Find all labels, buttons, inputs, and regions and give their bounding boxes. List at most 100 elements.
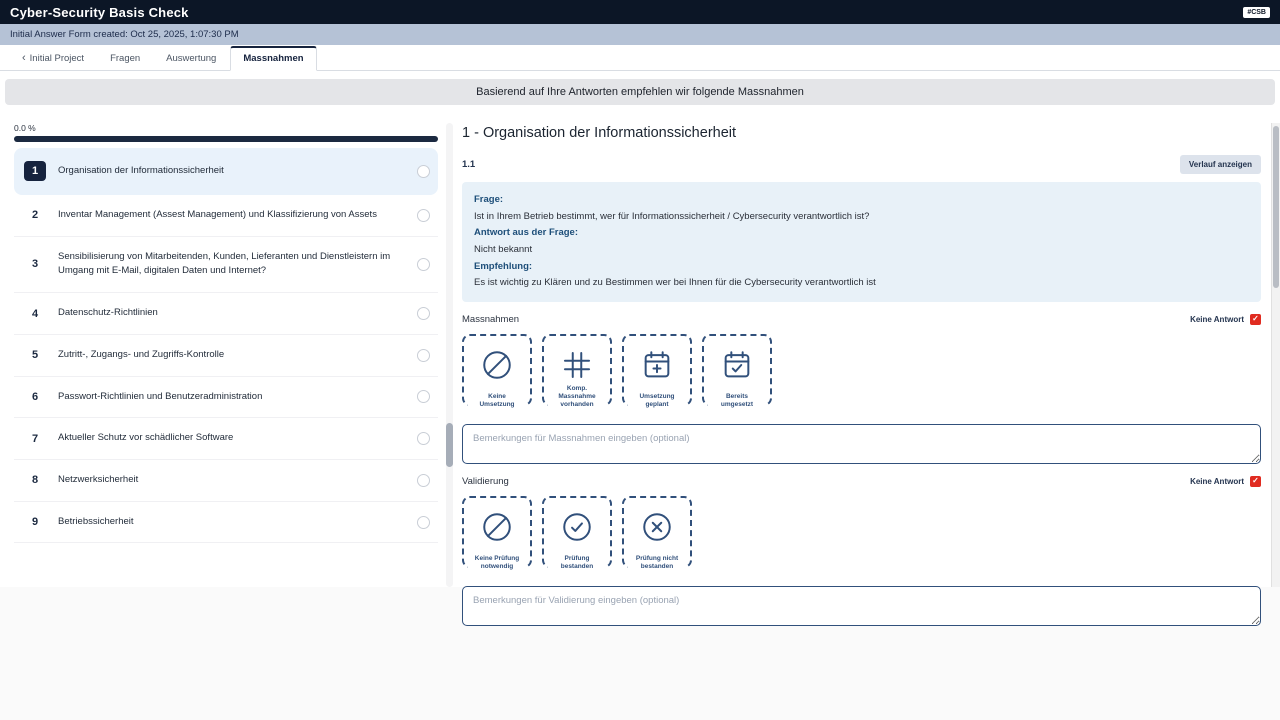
validierung-comments-input[interactable] — [462, 586, 1261, 626]
option-pruefung-nicht-bestanden[interactable]: Prüfung nicht bestanden — [622, 496, 692, 568]
slash-circle-icon — [480, 348, 514, 382]
option-umsetzung-geplant[interactable]: Umsetzung geplant — [622, 334, 692, 406]
sidebar-item-organisation[interactable]: 1 Organisation der Informationssicherhei… — [14, 148, 438, 195]
item-label: Organisation der Informationssicherheit — [58, 164, 405, 179]
massnahmen-options: Keine Umsetzung Komp. Massnahme vorhande… — [462, 334, 1261, 406]
tab-fragen-label: Fragen — [110, 53, 140, 64]
option-komp-massnahme[interactable]: Komp. Massnahme vorhanden — [542, 334, 612, 406]
x-circle-icon — [640, 510, 674, 544]
question-label: Frage: — [474, 192, 1249, 209]
sidebar-item-malware-schutz[interactable]: 7 Aktueller Schutz vor schädlicher Softw… — [14, 418, 438, 460]
no-answer-label: Keine Antwort — [1190, 477, 1244, 486]
item-number: 6 — [24, 391, 46, 403]
tab-auswertung[interactable]: Auswertung — [154, 48, 228, 70]
radio-icon[interactable] — [417, 390, 430, 403]
validierung-options: Keine Prüfung notwendig Prüfung bestande… — [462, 496, 1261, 568]
slash-circle-icon — [480, 510, 514, 544]
form-created-text: Initial Answer Form created: Oct 25, 202… — [10, 29, 239, 40]
recommendation-banner: Basierend auf Ihre Antworten empfehlen w… — [5, 79, 1275, 105]
sidebar-item-betrieb[interactable]: 9 Betriebssicherheit — [14, 502, 438, 544]
item-label: Netzwerksicherheit — [58, 473, 405, 488]
validierung-no-answer[interactable]: Keine Antwort ✓ — [1190, 476, 1261, 487]
option-label: Bereits umgesetzt — [708, 392, 766, 410]
question-text: Ist in Ihrem Betrieb bestimmt, wer für I… — [474, 209, 1249, 226]
massnahmen-comments-input[interactable] — [462, 424, 1261, 464]
progress-bar — [14, 136, 438, 142]
check-circle-icon — [560, 510, 594, 544]
item-number: 5 — [24, 349, 46, 361]
tab-massnahmen[interactable]: Massnahmen — [230, 46, 316, 71]
option-pruefung-bestanden[interactable]: Prüfung bestanden — [542, 496, 612, 568]
option-label: Umsetzung geplant — [628, 392, 686, 410]
item-label: Zutritt-, Zugangs- und Zugriffs-Kontroll… — [58, 348, 405, 363]
item-number: 3 — [24, 258, 46, 270]
radio-icon[interactable] — [417, 258, 430, 271]
answer-text: Nicht bekannt — [474, 242, 1249, 259]
question-number: 1.1 — [462, 159, 475, 170]
item-number: 2 — [24, 209, 46, 221]
option-label: Keine Prüfung notwendig — [468, 554, 526, 572]
form-created-bar: Initial Answer Form created: Oct 25, 202… — [0, 24, 1280, 45]
radio-icon[interactable] — [417, 307, 430, 320]
item-number: 8 — [24, 474, 46, 486]
progress-percentage: 0.0 % — [14, 123, 438, 133]
massnahmen-section-label: Massnahmen — [462, 314, 519, 325]
sidebar-item-sensibilisierung[interactable]: 3 Sensibilisierung von Mitarbeitenden, K… — [14, 237, 438, 293]
csb-badge: #CSB — [1243, 7, 1270, 18]
option-keine-pruefung[interactable]: Keine Prüfung notwendig — [462, 496, 532, 568]
section-title: 1 - Organisation der Informationssicherh… — [462, 125, 1261, 141]
tab-back-label: Initial Project — [30, 53, 84, 64]
tab-fragen[interactable]: Fragen — [98, 48, 152, 70]
item-label: Sensibilisierung von Mitarbeitenden, Kun… — [58, 250, 405, 279]
recommendation-text: Es ist wichtig zu Klären und zu Bestimme… — [474, 275, 1249, 292]
item-label: Betriebssicherheit — [58, 515, 405, 530]
sidebar-item-netzwerk[interactable]: 8 Netzwerksicherheit — [14, 460, 438, 502]
option-bereits-umgesetzt[interactable]: Bereits umgesetzt — [702, 334, 772, 406]
content-area: 0.0 % 1 Organisation der Informationssic… — [0, 117, 1280, 587]
question-info-box: Frage: Ist in Ihrem Betrieb bestimmt, we… — [462, 182, 1261, 302]
massnahmen-no-answer[interactable]: Keine Antwort ✓ — [1190, 314, 1261, 325]
option-keine-umsetzung[interactable]: Keine Umsetzung — [462, 334, 532, 406]
radio-icon[interactable] — [417, 209, 430, 222]
option-label: Keine Umsetzung — [468, 392, 526, 410]
main-scrollbar-thumb[interactable] — [1273, 126, 1279, 288]
item-label: Inventar Management (Assest Management) … — [58, 208, 405, 223]
item-label: Datenschutz-Richtlinien — [58, 306, 405, 321]
item-label: Passwort-Richtlinien und Benutzeradminis… — [58, 390, 405, 405]
option-label: Prüfung nicht bestanden — [628, 554, 686, 572]
item-label: Aktueller Schutz vor schädlicher Softwar… — [58, 431, 405, 446]
main-panel: 1 - Organisation der Informationssicherh… — [458, 123, 1271, 587]
sidebar-scrollbar[interactable] — [446, 123, 453, 587]
checked-checkbox-icon[interactable]: ✓ — [1250, 314, 1261, 325]
sidebar-item-passwort[interactable]: 6 Passwort-Richtlinien und Benutzeradmin… — [14, 377, 438, 419]
app-title: Cyber-Security Basis Check — [10, 5, 189, 20]
option-label: Komp. Massnahme vorhanden — [548, 384, 606, 409]
grid-icon — [560, 348, 594, 382]
sidebar-item-inventar[interactable]: 2 Inventar Management (Assest Management… — [14, 195, 438, 237]
radio-icon[interactable] — [417, 349, 430, 362]
show-history-button[interactable]: Verlauf anzeigen — [1180, 155, 1261, 174]
banner-row: Basierend auf Ihre Antworten empfehlen w… — [0, 71, 1280, 117]
radio-icon[interactable] — [417, 165, 430, 178]
tab-bar: ‹ Initial Project Fragen Auswertung Mass… — [0, 45, 1280, 71]
tab-massnahmen-label: Massnahmen — [243, 53, 303, 64]
checked-checkbox-icon[interactable]: ✓ — [1250, 476, 1261, 487]
radio-icon[interactable] — [417, 474, 430, 487]
option-label: Prüfung bestanden — [548, 554, 606, 572]
recommendation-label: Empfehlung: — [474, 259, 1249, 276]
app-header: Cyber-Security Basis Check #CSB — [0, 0, 1280, 24]
sidebar-item-zutritt[interactable]: 5 Zutritt-, Zugangs- und Zugriffs-Kontro… — [14, 335, 438, 377]
sidebar-item-datenschutz[interactable]: 4 Datenschutz-Richtlinien — [14, 293, 438, 335]
tab-back-initial-project[interactable]: ‹ Initial Project — [10, 48, 96, 70]
sidebar-scrollbar-thumb[interactable] — [446, 423, 453, 467]
item-number: 4 — [24, 308, 46, 320]
main-scrollbar[interactable] — [1271, 123, 1280, 587]
validierung-section-label: Validierung — [462, 476, 509, 487]
answer-label: Antwort aus der Frage: — [474, 225, 1249, 242]
radio-icon[interactable] — [417, 432, 430, 445]
calendar-check-icon — [720, 348, 754, 382]
radio-icon[interactable] — [417, 516, 430, 529]
chevron-left-icon: ‹ — [22, 53, 26, 64]
no-answer-label: Keine Antwort — [1190, 315, 1244, 324]
item-number: 7 — [24, 433, 46, 445]
